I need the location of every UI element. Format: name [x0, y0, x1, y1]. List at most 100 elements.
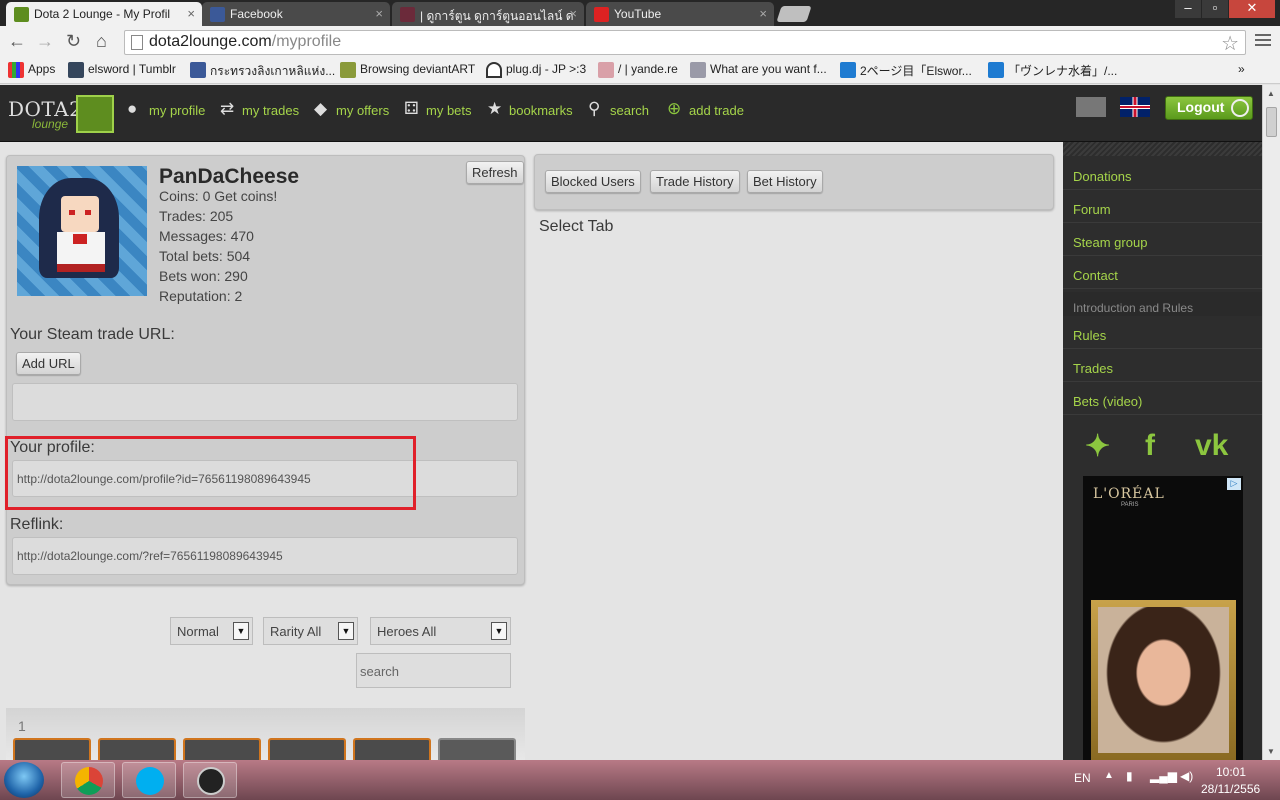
tab-title: Facebook: [230, 7, 283, 21]
rarity-select[interactable]: Rarity All ▼: [263, 617, 358, 645]
bookmark-label: 2ページ目「Elswor...: [860, 64, 972, 78]
inventory-item[interactable]: [438, 738, 516, 762]
nav-bookmarks[interactable]: ★ bookmarks: [487, 99, 573, 118]
sidebar-item-trades[interactable]: Trades: [1063, 352, 1262, 382]
volume-icon[interactable]: ◀): [1180, 769, 1193, 783]
refresh-button[interactable]: Refresh: [466, 161, 524, 184]
page-number[interactable]: 1: [18, 718, 26, 734]
trade-history-button[interactable]: Trade History: [650, 170, 740, 193]
item-search-input[interactable]: search: [356, 653, 511, 688]
reload-icon[interactable]: ↻: [66, 31, 81, 52]
chrome-menu-icon[interactable]: [1255, 34, 1271, 49]
bookmark-facebook-page[interactable]: กระทรวงลิงเกาหลิแห่ง...: [190, 62, 335, 81]
page-icon: [131, 35, 143, 50]
power-icon[interactable]: ▮: [1126, 769, 1133, 783]
bookmark-apps[interactable]: Apps: [8, 62, 55, 78]
flag-unknown-icon[interactable]: [1076, 97, 1106, 117]
plus-circle-icon: ⊕: [667, 99, 682, 118]
scroll-up-icon[interactable]: ▲: [1267, 89, 1275, 98]
network-icon[interactable]: ▂▄▆: [1150, 769, 1177, 783]
maximize-button[interactable]: ▫: [1202, 0, 1228, 18]
nav-my-bets[interactable]: ⚃ my bets: [404, 99, 472, 118]
taskbar-steam[interactable]: [183, 762, 237, 798]
heroes-select[interactable]: Heroes All ▼: [370, 617, 511, 645]
close-icon[interactable]: ×: [759, 6, 767, 21]
nav-my-offers[interactable]: ◆ my offers: [314, 99, 389, 118]
bookmark-what-are-you[interactable]: What are you want f...: [690, 62, 827, 78]
bookmarks-bar: Apps elsword | Tumblr กระทรวงลิงเกาหลิแห…: [0, 58, 1280, 84]
vk-icon[interactable]: vk: [1195, 429, 1228, 463]
logo-subtext: lounge: [32, 117, 69, 131]
back-arrow-icon[interactable]: ←: [8, 31, 26, 52]
get-coins-link[interactable]: Get coins!: [214, 188, 277, 204]
bookmark-elsword-page2[interactable]: 2ページ目「Elswor...: [840, 62, 972, 79]
site-logo[interactable]: DOTA2 lounge: [8, 95, 118, 133]
new-tab-button[interactable]: [776, 6, 812, 22]
forward-arrow-icon[interactable]: →: [36, 31, 54, 52]
steam-trade-url-field[interactable]: [12, 383, 518, 421]
page-scrollbar[interactable]: ▲ ▼: [1262, 85, 1280, 760]
bookmark-elsword-tumblr[interactable]: elsword | Tumblr: [68, 62, 176, 78]
sidebar-item-bets-video[interactable]: Bets (video): [1063, 385, 1262, 415]
nav-search[interactable]: ⚲ search: [588, 99, 649, 118]
home-icon[interactable]: ⌂: [96, 31, 107, 52]
add-url-button[interactable]: Add URL: [16, 352, 81, 375]
inventory-item[interactable]: [183, 738, 261, 762]
nav-label: my trades: [242, 103, 300, 118]
close-icon[interactable]: ×: [375, 6, 383, 21]
trades-icon: ⇄: [220, 99, 235, 118]
taskbar-chrome[interactable]: [61, 762, 115, 798]
scroll-down-icon[interactable]: ▼: [1267, 747, 1275, 756]
bookmark-label: elsword | Tumblr: [88, 62, 176, 76]
nav-my-trades[interactable]: ⇄ my trades: [220, 99, 300, 118]
nav-add-trade[interactable]: ⊕ add trade: [667, 99, 744, 118]
nav-my-profile[interactable]: ● my profile: [127, 99, 205, 118]
scroll-thumb[interactable]: [1266, 107, 1277, 137]
uk-flag-icon[interactable]: [1120, 97, 1150, 117]
tab-title: Dota 2 Lounge - My Profil: [34, 7, 171, 21]
tray-expand-icon[interactable]: ▲: [1104, 770, 1114, 781]
facebook-icon[interactable]: f: [1145, 429, 1155, 463]
tab-facebook[interactable]: Facebook ×: [202, 2, 390, 26]
reflink-url-field[interactable]: http://dota2lounge.com/?ref=765611980896…: [12, 537, 518, 575]
logout-button[interactable]: Logout: [1165, 96, 1253, 120]
start-button[interactable]: [4, 762, 44, 798]
bookmark-vanrena[interactable]: 「ヴンレナ水着」/...: [988, 62, 1117, 79]
adchoices-icon[interactable]: ▷: [1227, 478, 1241, 490]
close-icon[interactable]: ×: [569, 6, 577, 21]
bookmark-star-icon[interactable]: ☆: [1221, 31, 1239, 56]
clock-date[interactable]: 28/11/2556: [1201, 782, 1260, 796]
address-bar[interactable]: dota2lounge.com/myprofile ☆: [124, 30, 1246, 55]
sidebar-item-steam-group[interactable]: Steam group: [1063, 226, 1262, 256]
bookmark-deviantart[interactable]: Browsing deviantART: [340, 62, 475, 78]
sidebar-item-rules[interactable]: Rules: [1063, 319, 1262, 349]
bookmark-plugdj[interactable]: plug.dj - JP >:3: [486, 62, 587, 78]
sidebar-item-forum[interactable]: Forum: [1063, 193, 1262, 223]
close-window-button[interactable]: ✕: [1229, 0, 1275, 18]
sidebar-item-contact[interactable]: Contact: [1063, 259, 1262, 289]
sidebar-item-donations[interactable]: Donations: [1063, 160, 1262, 190]
bookmark-yandere[interactable]: / | yande.re: [598, 62, 678, 78]
bookmark-label: plug.dj - JP >:3: [506, 62, 587, 76]
tab-cartoon[interactable]: | ดูการ์ตูน ดูการ์ตูนออนไลน์ ด ×: [392, 2, 584, 26]
twitter-icon[interactable]: ✦: [1085, 429, 1110, 464]
inventory-item[interactable]: [353, 738, 431, 762]
bet-history-button[interactable]: Bet History: [747, 170, 823, 193]
advertisement-banner[interactable]: L'ORÉAL PARIS ▷: [1083, 476, 1243, 760]
taskbar-skype[interactable]: [122, 762, 176, 798]
language-indicator[interactable]: EN: [1074, 771, 1091, 785]
clock-time[interactable]: 10:01: [1216, 765, 1246, 779]
inventory-item[interactable]: [13, 738, 91, 762]
bookmarks-overflow-icon[interactable]: »: [1238, 62, 1245, 76]
inventory-item[interactable]: [98, 738, 176, 762]
close-icon[interactable]: ×: [187, 6, 195, 21]
tab-dota2-lounge[interactable]: Dota 2 Lounge - My Profil ×: [6, 2, 202, 26]
tab-youtube[interactable]: YouTube ×: [586, 2, 774, 26]
ad-brand-sub: PARIS: [1121, 502, 1139, 508]
browser-tabstrip: Dota 2 Lounge - My Profil × Facebook × |…: [0, 0, 1280, 26]
inventory-item[interactable]: [268, 738, 346, 762]
minimize-button[interactable]: –: [1175, 0, 1201, 18]
blocked-users-button[interactable]: Blocked Users: [545, 170, 641, 193]
page-thumbnail-icon: [690, 62, 706, 78]
quality-select[interactable]: Normal ▼: [170, 617, 253, 645]
